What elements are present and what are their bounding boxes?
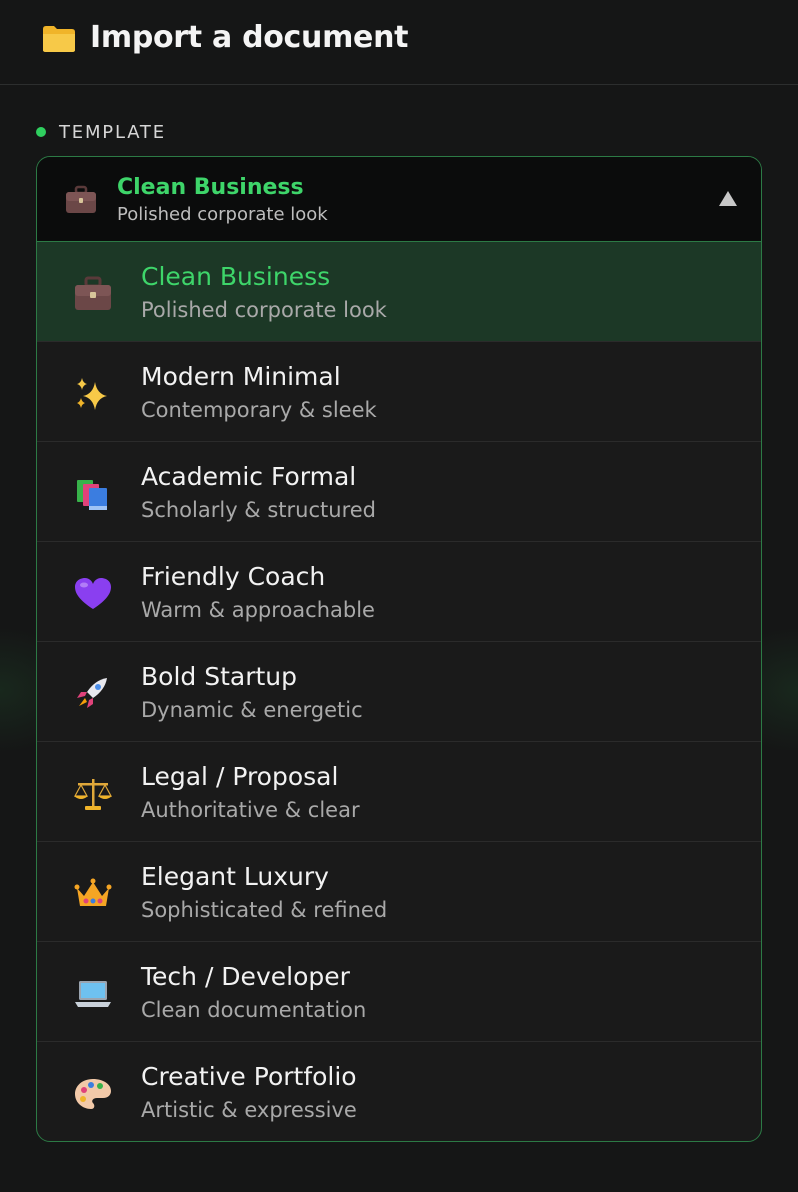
dialog-header: Import a document: [0, 0, 798, 85]
books-icon: [73, 476, 113, 512]
option-title: Friendly Coach: [141, 562, 326, 591]
template-select-trigger[interactable]: Clean Business Polished corporate look: [37, 157, 761, 242]
page-title: Import a document: [90, 20, 409, 55]
selected-template-subtitle: Polished corporate look: [117, 204, 328, 225]
option-title: Creative Portfolio: [141, 1062, 357, 1091]
option-title: Bold Startup: [141, 662, 297, 691]
laptop-icon: [73, 976, 113, 1012]
option-title: Clean Business: [141, 262, 331, 291]
option-subtitle: Polished corporate look: [141, 298, 387, 322]
template-option-elegant-luxury[interactable]: Elegant Luxury Sophisticated & refined: [37, 842, 761, 942]
option-title: Legal / Proposal: [141, 762, 339, 791]
option-subtitle: Scholarly & structured: [141, 498, 376, 522]
option-title: Modern Minimal: [141, 362, 341, 391]
template-option-creative-portfolio[interactable]: Creative Portfolio Artistic & expressive: [37, 1042, 761, 1141]
template-option-legal-proposal[interactable]: Legal / Proposal Authoritative & clear: [37, 742, 761, 842]
sparkles-icon: [73, 376, 113, 412]
crown-icon: [73, 876, 113, 912]
template-option-bold-startup[interactable]: Bold Startup Dynamic & energetic: [37, 642, 761, 742]
folder-icon: [42, 25, 76, 53]
template-options-list: Clean Business Polished corporate look M…: [37, 242, 761, 1141]
briefcase-icon: [65, 185, 97, 215]
option-title: Elegant Luxury: [141, 862, 329, 891]
option-subtitle: Contemporary & sleek: [141, 398, 377, 422]
option-subtitle: Dynamic & energetic: [141, 698, 363, 722]
option-title: Tech / Developer: [141, 962, 350, 991]
template-select: Clean Business Polished corporate look C…: [36, 156, 762, 1142]
option-subtitle: Authoritative & clear: [141, 798, 360, 822]
option-title: Academic Formal: [141, 462, 357, 491]
template-section-label: TEMPLATE: [36, 120, 166, 144]
purple-heart-icon: [73, 576, 113, 612]
status-dot: [36, 127, 46, 137]
template-option-modern-minimal[interactable]: Modern Minimal Contemporary & sleek: [37, 342, 761, 442]
section-label: TEMPLATE: [59, 121, 166, 143]
template-option-friendly-coach[interactable]: Friendly Coach Warm & approachable: [37, 542, 761, 642]
balance-scale-icon: [73, 776, 113, 812]
template-option-clean-business[interactable]: Clean Business Polished corporate look: [37, 242, 761, 342]
template-option-academic-formal[interactable]: Academic Formal Scholarly & structured: [37, 442, 761, 542]
option-subtitle: Sophisticated & refined: [141, 898, 388, 922]
chevron-up-icon: [719, 191, 737, 206]
briefcase-icon: [73, 276, 113, 312]
option-subtitle: Clean documentation: [141, 998, 367, 1022]
selected-template-title: Clean Business: [117, 175, 304, 200]
rocket-icon: [73, 676, 113, 712]
palette-icon: [73, 1076, 113, 1112]
option-subtitle: Artistic & expressive: [141, 1098, 357, 1122]
option-subtitle: Warm & approachable: [141, 598, 375, 622]
template-option-tech-developer[interactable]: Tech / Developer Clean documentation: [37, 942, 761, 1042]
